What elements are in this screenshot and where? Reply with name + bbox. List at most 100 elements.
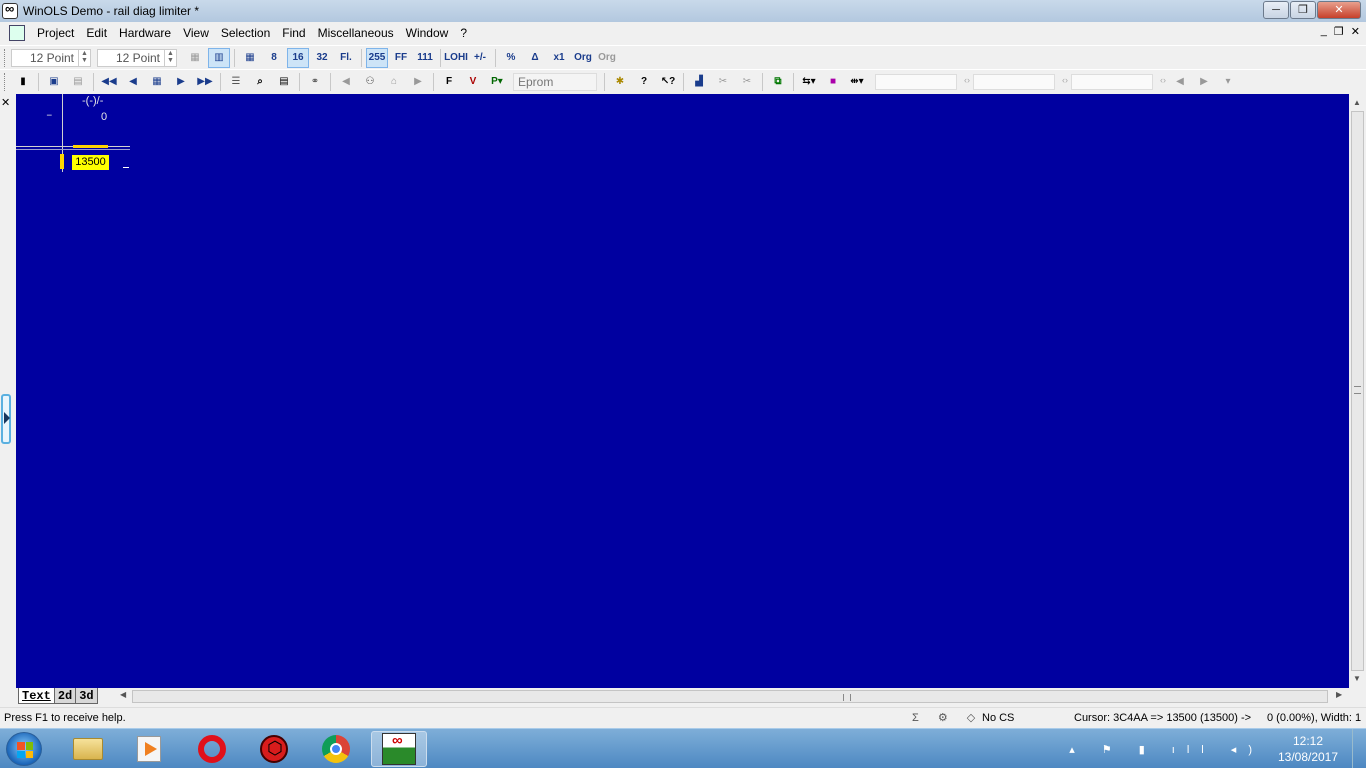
toolbar-grip[interactable] [4, 48, 7, 67]
scroll-left-icon[interactable]: ◀ [120, 690, 126, 699]
layout-columns-icon[interactable]: ▥ [208, 47, 230, 68]
chart-magic-icon[interactable]: ▟ [688, 72, 710, 92]
close-button[interactable]: ✕ [1317, 1, 1361, 19]
prev-map-icon[interactable]: ◀ [1169, 72, 1191, 92]
hex-grid-icon[interactable]: ▦ [239, 48, 261, 68]
start-button[interactable] [6, 732, 42, 766]
previous-icon[interactable]: ◀ [122, 72, 144, 92]
tab-2d[interactable]: 2d [53, 688, 77, 704]
expand-panel-button[interactable] [1, 394, 11, 444]
bits-8-button[interactable]: 8 [263, 48, 285, 68]
mdi-minimize-button[interactable]: _ [1321, 25, 1327, 38]
mdi-restore-button[interactable]: ❐ [1334, 25, 1344, 38]
menu-edit[interactable]: Edit [80, 23, 113, 43]
document-icon[interactable] [9, 25, 25, 41]
home-icon[interactable]: ⌂ [383, 72, 405, 92]
tree-list-icon[interactable]: ☰ [225, 72, 247, 92]
tools-icon[interactable]: ✂ [712, 72, 734, 92]
minimize-button[interactable]: ─ [1263, 1, 1289, 19]
map-dropdown-icon[interactable]: ▾ [1217, 72, 1239, 92]
eprom-field[interactable]: Eprom [513, 72, 597, 91]
vertical-scrollbar[interactable]: ▲ ▼ [1349, 94, 1366, 688]
bits-16-button[interactable]: 16 [287, 47, 309, 68]
last-page-icon[interactable]: ▶▶ [194, 72, 216, 92]
sign-button[interactable]: +/- [469, 48, 491, 68]
tab-3d[interactable]: 3d [75, 688, 98, 704]
percent-button[interactable]: % [500, 48, 522, 68]
export-icon[interactable]: ⧉ [767, 72, 789, 92]
maximize-button[interactable]: ❐ [1290, 1, 1316, 19]
color-icon[interactable]: ■ [822, 72, 844, 92]
font-size-spinner-1[interactable]: 12 Point ▲ ▼ [11, 48, 91, 67]
scroll-up-icon[interactable]: ▲ [1353, 98, 1361, 107]
factor-x1-button[interactable]: x1 [548, 48, 570, 68]
taskbar-media-player[interactable] [121, 731, 177, 767]
float-button[interactable]: Fl. [335, 48, 357, 68]
tray-icons[interactable]: ▴ ⚑ ▮ ıll ◂) [1069, 743, 1264, 756]
context-help-icon[interactable]: ↖? [657, 72, 679, 92]
scroll-down-icon[interactable]: ▼ [1353, 674, 1361, 683]
help-icon[interactable]: ? [633, 72, 655, 92]
table-icon[interactable]: ▦ [146, 72, 168, 92]
value-spinner-1[interactable] [875, 73, 970, 90]
wizard-icon[interactable]: ✱ [609, 72, 631, 92]
taskbar-chrome[interactable] [308, 731, 364, 767]
width-dropdown-icon[interactable]: ⇹▾ [846, 72, 868, 92]
columns-dropdown-icon[interactable]: ⇆▾ [798, 72, 820, 92]
clock[interactable]: 12:12 13/08/2017 [1270, 733, 1346, 765]
windows-icon[interactable]: ▤ [67, 72, 89, 92]
decimal-255-button[interactable]: 255 [366, 47, 388, 68]
menu-view[interactable]: View [177, 23, 215, 43]
new-window-icon[interactable]: ▣ [43, 72, 65, 92]
v-button-icon[interactable]: V [462, 72, 484, 92]
menu-project[interactable]: Project [31, 23, 80, 43]
hardware-chip-icon[interactable]: ▮ [12, 72, 34, 92]
binary-111-button[interactable]: 111 [414, 48, 436, 68]
bits-32-button[interactable]: 32 [311, 48, 333, 68]
menu-selection[interactable]: Selection [215, 23, 276, 43]
taskbar-red-app[interactable] [246, 731, 302, 767]
spin-arrows-icon[interactable]: ▲ ▼ [78, 49, 90, 66]
back-icon[interactable]: ◀ [335, 72, 357, 92]
mdi-close-button[interactable]: ✕ [1351, 25, 1360, 38]
taskbar-opera[interactable] [184, 731, 240, 767]
link-icon[interactable]: ⚭ [304, 72, 326, 92]
taskbar-winols[interactable] [371, 731, 427, 767]
original-compare-button[interactable]: Org [596, 48, 618, 68]
font-size-spinner-2[interactable]: 12 Point ▲ ▼ [97, 48, 177, 67]
value-spinner-2[interactable] [973, 73, 1068, 90]
show-desktop-button[interactable] [1352, 729, 1366, 768]
menu-hardware[interactable]: Hardware [113, 23, 177, 43]
horizontal-scroll-thumb[interactable] [132, 690, 1328, 703]
selected-cell[interactable]: 13500 [72, 155, 109, 170]
hex-editor[interactable]: -(-)/- – 0 13500 [16, 94, 1349, 688]
toolbar-grip[interactable] [4, 72, 7, 91]
menu-window[interactable]: Window [400, 23, 455, 43]
connect-icon[interactable]: ⚇ [359, 72, 381, 92]
close-panel-icon[interactable]: ✕ [1, 96, 10, 109]
next-icon[interactable]: ▶ [170, 72, 192, 92]
first-page-icon[interactable]: ◀◀ [98, 72, 120, 92]
window-controls: ─ ❐ ✕ [1262, 1, 1361, 19]
menu-find[interactable]: Find [276, 23, 311, 43]
next-map-icon[interactable]: ▶ [1193, 72, 1215, 92]
taskbar-file-explorer[interactable] [60, 731, 116, 767]
p-button-icon[interactable]: P▾ [486, 72, 508, 92]
lohi-button[interactable]: LOHI [444, 48, 468, 68]
original-button[interactable]: Org [572, 48, 594, 68]
layout-grid-icon[interactable]: ▦ [184, 48, 206, 68]
tab-text[interactable]: Text [18, 688, 55, 704]
scroll-right-icon[interactable]: ▶ [1336, 690, 1342, 699]
menu-miscellaneous[interactable]: Miscellaneous [312, 23, 400, 43]
search-icon[interactable]: ⌕ [249, 72, 271, 92]
delta-button[interactable]: Δ [524, 48, 546, 68]
scroll-icon[interactable]: ▤ [273, 72, 295, 92]
hex-ff-button[interactable]: FF [390, 48, 412, 68]
spin-arrows-icon[interactable]: ▲ ▼ [164, 49, 176, 66]
tools2-icon[interactable]: ✂ [736, 72, 758, 92]
forward-icon[interactable]: ▶ [407, 72, 429, 92]
winols-app-icon[interactable] [2, 1, 18, 19]
menu-help[interactable]: ? [454, 23, 473, 43]
f-button-icon[interactable]: F [438, 72, 460, 92]
value-spinner-3[interactable] [1071, 73, 1166, 90]
